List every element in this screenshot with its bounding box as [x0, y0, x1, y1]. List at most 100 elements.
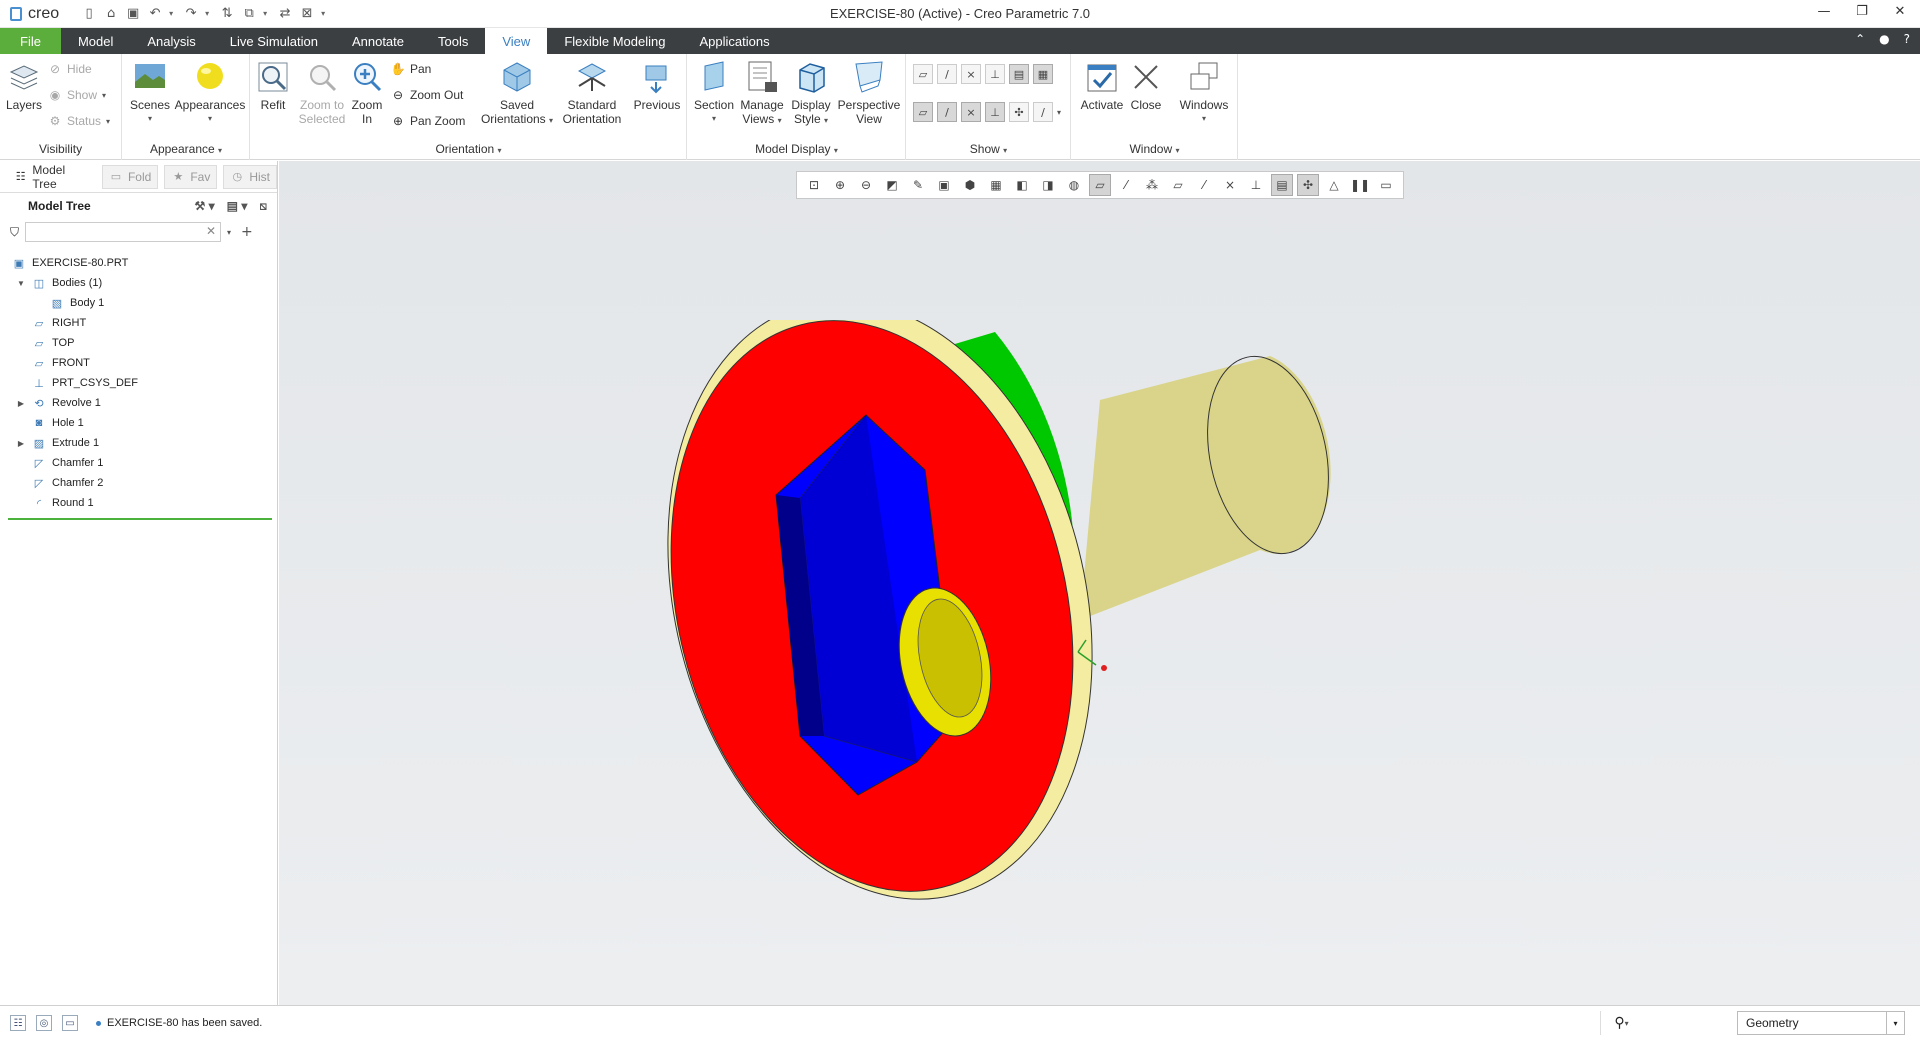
- appearance-icon-gfx[interactable]: ◍: [1063, 174, 1085, 196]
- tree-item[interactable]: ▶ ▨ Extrude 1: [0, 433, 278, 453]
- layers-button[interactable]: Layers: [4, 60, 44, 112]
- shaft-body[interactable]: [1080, 356, 1331, 620]
- show-navigator-icon[interactable]: ☷: [10, 1015, 26, 1031]
- annotation-display-icon-gfx[interactable]: ▤: [1271, 174, 1293, 196]
- tree-item[interactable]: ▱ TOP: [0, 333, 278, 353]
- repaint-icon[interactable]: ◩: [881, 174, 903, 196]
- axis-tag-display-icon[interactable]: /: [937, 102, 957, 122]
- point-tag-icon-gfx[interactable]: ×: [1219, 174, 1241, 196]
- selection-filter-dropdown[interactable]: Geometry ▾: [1737, 1011, 1905, 1035]
- windows-icon[interactable]: ⧉: [241, 6, 257, 22]
- user-icon[interactable]: ●: [1879, 32, 1889, 46]
- activate-button[interactable]: Activate: [1078, 60, 1126, 112]
- csys-display-icon[interactable]: ⊥: [985, 64, 1005, 84]
- csys-tag-display-icon[interactable]: ⊥: [985, 102, 1005, 122]
- saved-orientations-icon-gfx[interactable]: ⬢: [959, 174, 981, 196]
- appearance-group-dropdown-icon[interactable]: ▾: [218, 146, 222, 155]
- plane-display-icon[interactable]: ▱: [913, 64, 933, 84]
- model-display-group-dropdown-icon[interactable]: ▾: [834, 146, 838, 155]
- tree-item[interactable]: ◙ Hole 1: [0, 413, 278, 433]
- window-group-dropdown-icon[interactable]: ▾: [1176, 146, 1180, 155]
- part-model[interactable]: [660, 320, 1420, 920]
- perspective-icon-gfx[interactable]: ◧: [1011, 174, 1033, 196]
- show-button[interactable]: ◉ Show ▾: [48, 88, 106, 102]
- collapse-ribbon-icon[interactable]: ⌃: [1855, 32, 1865, 46]
- tree-item[interactable]: ▱ RIGHT: [0, 313, 278, 333]
- tab-analysis[interactable]: Analysis: [130, 28, 212, 54]
- new-file-icon[interactable]: ▯: [81, 6, 97, 22]
- appearances-button[interactable]: Appearances ▾: [173, 60, 247, 126]
- zoom-to-selected-button[interactable]: Zoom to Selected: [293, 60, 351, 126]
- tree-search-input[interactable]: ✕: [25, 222, 222, 242]
- point-display-icon[interactable]: ×: [961, 64, 981, 84]
- add-icon[interactable]: +: [241, 224, 253, 240]
- pan-button[interactable]: ✋ Pan: [391, 62, 432, 76]
- axis-tag-icon-gfx[interactable]: ⁄: [1193, 174, 1215, 196]
- display-style-icon-gfx[interactable]: ▣: [933, 174, 955, 196]
- sketch-display-icon[interactable]: ∕: [1033, 102, 1053, 122]
- customize-toolbar-icon[interactable]: ▾: [321, 9, 329, 18]
- tree-item[interactable]: ▶ ⟲ Revolve 1: [0, 393, 278, 413]
- search-dropdown-icon[interactable]: ▾: [227, 228, 231, 237]
- tab-favorites[interactable]: ★ Fav: [164, 164, 218, 189]
- scenes-button[interactable]: Scenes ▾: [127, 60, 173, 126]
- status-button[interactable]: ⚙ Status ▾: [48, 114, 110, 128]
- tab-tools[interactable]: Tools: [421, 28, 485, 54]
- find-binoculars-icon[interactable]: ⚲ ▾: [1600, 1011, 1642, 1035]
- close-window-icon[interactable]: ⊠: [299, 6, 315, 22]
- saved-orientations-button[interactable]: Saved Orientations ▾: [479, 60, 555, 128]
- undo-icon[interactable]: ↶: [147, 6, 163, 22]
- tree-columns-icon[interactable]: ▤ ▾: [227, 199, 248, 214]
- section-icon-gfx[interactable]: ◨: [1037, 174, 1059, 196]
- plane-tag-icon-gfx[interactable]: ▱: [1167, 174, 1189, 196]
- tree-item[interactable]: ◜ Round 1: [0, 493, 278, 513]
- tab-view[interactable]: View: [485, 28, 548, 54]
- tree-item[interactable]: ▱ FRONT: [0, 353, 278, 373]
- expand-arrow-icon[interactable]: ▶: [16, 439, 26, 448]
- regenerate-icon[interactable]: ⇅: [219, 6, 235, 22]
- manage-views-button[interactable]: Manage Views ▾: [738, 60, 786, 128]
- plane-tag-display-icon[interactable]: ▱: [913, 102, 933, 122]
- point-tag-display-icon[interactable]: ×: [961, 102, 981, 122]
- redo-dropdown-icon[interactable]: ▾: [205, 9, 213, 18]
- spin-center-icon[interactable]: ✣: [1009, 102, 1029, 122]
- display-style-button[interactable]: Display Style ▾: [788, 60, 834, 128]
- section-button[interactable]: Section ▾: [692, 60, 736, 126]
- plane-display-icon-gfx[interactable]: ▱: [1089, 174, 1111, 196]
- point-display-icon-gfx[interactable]: ⁂: [1141, 174, 1163, 196]
- restore-icon[interactable]: ❐: [1850, 4, 1874, 19]
- tree-item[interactable]: ⊥ PRT_CSYS_DEF: [0, 373, 278, 393]
- full-screen-icon[interactable]: ▭: [62, 1015, 78, 1031]
- tree-filter-settings-icon[interactable]: ⧅: [259, 199, 267, 214]
- tab-model-tree[interactable]: ☷ Model Tree: [8, 159, 96, 195]
- csys-display-icon-gfx[interactable]: ⊥: [1245, 174, 1267, 196]
- standard-orientation-button[interactable]: Standard Orientation: [557, 60, 627, 126]
- expand-arrow-icon[interactable]: ▶: [16, 399, 26, 408]
- tree-item[interactable]: ◸ Chamfer 2: [0, 473, 278, 493]
- refit-icon-gfx[interactable]: ⊡: [803, 174, 825, 196]
- clear-search-icon[interactable]: ✕: [206, 224, 216, 238]
- close-button[interactable]: Close: [1128, 60, 1164, 112]
- show-browser-icon[interactable]: ◎: [36, 1015, 52, 1031]
- tree-item[interactable]: ▼ ◫ Bodies (1): [0, 273, 278, 293]
- switch-window-icon[interactable]: ⇄: [277, 6, 293, 22]
- collapse-arrow-icon[interactable]: ▼: [16, 279, 26, 288]
- tab-applications[interactable]: Applications: [682, 28, 786, 54]
- tab-history[interactable]: ◷ Hist: [223, 164, 277, 189]
- tree-settings-icon[interactable]: ⚒ ▾: [195, 199, 215, 214]
- view-manager-icon[interactable]: ▦: [985, 174, 1007, 196]
- filter-funnel-icon[interactable]: ⛉: [10, 225, 19, 240]
- pause-icon[interactable]: ❚❚: [1349, 174, 1371, 196]
- tree-item[interactable]: ▣ EXERCISE-80.PRT: [0, 253, 278, 273]
- show-group-dropdown-icon[interactable]: ▾: [1003, 146, 1007, 155]
- undo-dropdown-icon[interactable]: ▾: [169, 9, 177, 18]
- zoom-in-icon-gfx[interactable]: ⊕: [829, 174, 851, 196]
- previous-button[interactable]: Previous: [629, 60, 685, 112]
- zoom-out-button[interactable]: ⊖ Zoom Out: [391, 88, 463, 102]
- insert-here-line[interactable]: [8, 518, 272, 520]
- tree-item[interactable]: ▧ Body 1: [0, 293, 278, 313]
- windows-dropdown-icon[interactable]: ▾: [263, 9, 271, 18]
- tab-model[interactable]: Model: [61, 28, 130, 54]
- tab-annotate[interactable]: Annotate: [335, 28, 421, 54]
- spin-center-icon-gfx[interactable]: ✣: [1297, 174, 1319, 196]
